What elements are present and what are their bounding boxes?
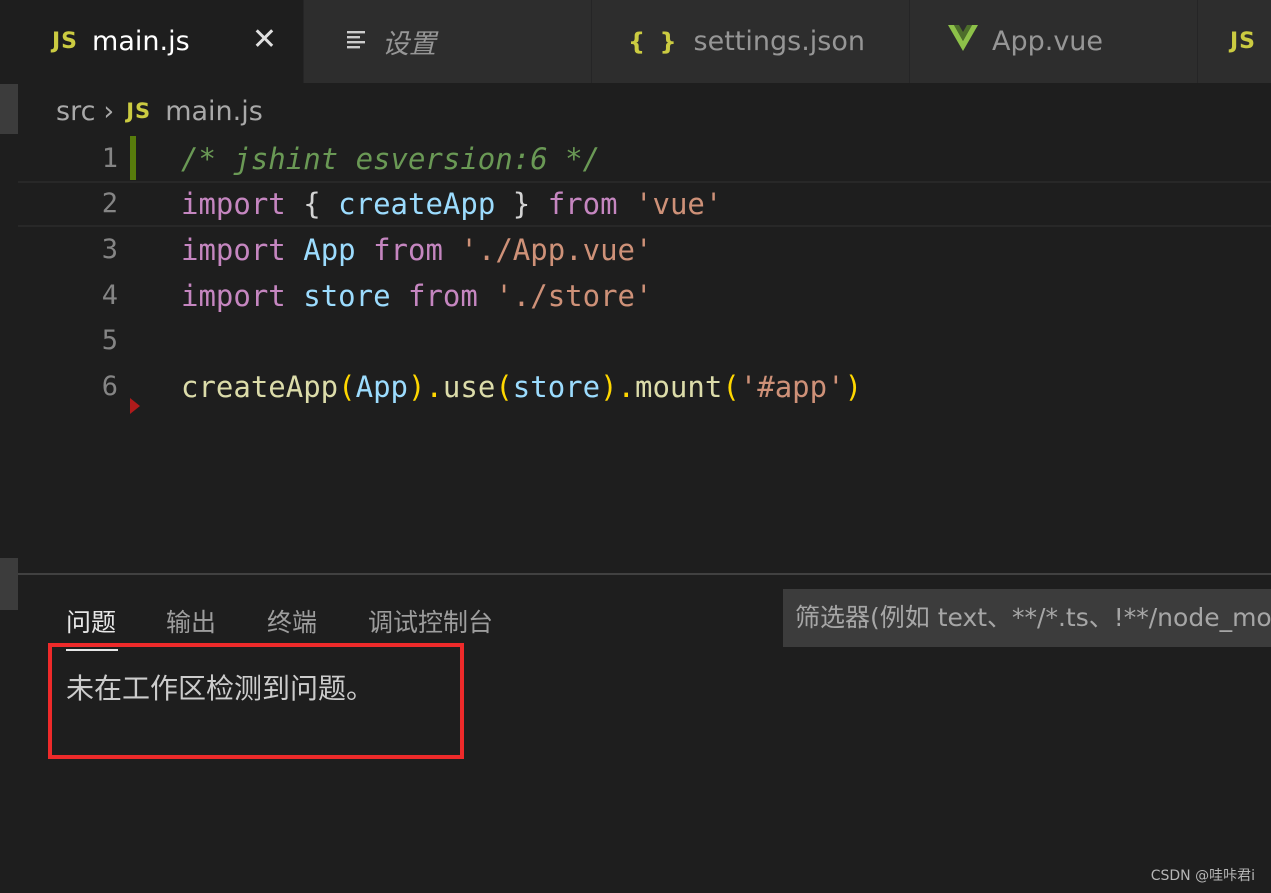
line-number: 5 xyxy=(101,325,118,356)
code-text: import store from './store' xyxy=(181,279,653,313)
code-line-5: 5 xyxy=(18,318,1271,364)
no-problems-message: 未在工作区检测到问题。 xyxy=(66,672,375,705)
line-number: 2 xyxy=(101,188,118,219)
code-text: createApp(App).use(store).mount('#app') xyxy=(181,370,863,404)
tab-problems[interactable]: 问题 xyxy=(66,603,116,639)
vue-icon xyxy=(948,25,978,58)
tab-terminal[interactable]: 终端 xyxy=(267,603,317,639)
activity-strip xyxy=(0,0,18,891)
tab-settings[interactable]: 设置 xyxy=(304,0,592,83)
line-number: 3 xyxy=(101,234,118,265)
tab-js-partial[interactable]: JS xyxy=(1198,0,1271,83)
settings-icon xyxy=(346,26,368,57)
tab-settings-json[interactable]: { } settings.json xyxy=(592,0,910,83)
code-text: /* jshint esversion:6 */ xyxy=(181,142,601,176)
breadcrumb: src › JS main.js xyxy=(56,92,263,130)
json-braces-icon: { } xyxy=(628,27,680,56)
editor-tab-bar: JS main.js ✕ 设置 { } settings.json App.vu… xyxy=(18,0,1271,83)
code-line-6: 6 createApp(App).use(store).mount('#app'… xyxy=(18,364,1271,410)
tab-label: main.js xyxy=(92,26,190,57)
bottom-panel: 问题 输出 终端 调试控制台 筛选器(例如 text、**/*.ts、!**/n… xyxy=(18,573,1271,893)
line-number: 4 xyxy=(101,280,118,311)
tab-label: settings.json xyxy=(693,26,865,57)
js-file-icon: JS xyxy=(52,29,79,54)
code-line-1: 1 /* jshint esversion:6 */ xyxy=(18,136,1271,182)
code-editor[interactable]: 1 /* jshint esversion:6 */ 2 import { cr… xyxy=(18,136,1271,572)
code-text: import App from './App.vue' xyxy=(181,233,653,267)
watermark: CSDN @哇咔君i xyxy=(1150,868,1255,884)
problems-filter-input[interactable]: 筛选器(例如 text、**/*.ts、!**/node_modules/**) xyxy=(783,589,1271,647)
breadcrumb-folder[interactable]: src xyxy=(56,96,95,127)
tab-app-vue[interactable]: App.vue xyxy=(910,0,1198,83)
js-file-icon: JS xyxy=(126,99,152,123)
chevron-right-icon: › xyxy=(103,95,115,127)
code-line-4: 4 import store from './store' xyxy=(18,273,1271,319)
tab-label: App.vue xyxy=(992,26,1104,57)
tab-debug-console[interactable]: 调试控制台 xyxy=(368,603,493,639)
close-icon[interactable]: ✕ xyxy=(252,22,277,58)
code-line-3: 3 import App from './App.vue' xyxy=(18,227,1271,273)
line-number: 6 xyxy=(101,371,118,402)
tab-main-js[interactable]: JS main.js ✕ xyxy=(18,0,304,83)
js-file-icon: JS xyxy=(1230,29,1257,54)
scroll-indicator-bottom xyxy=(0,558,18,610)
tab-label: 设置 xyxy=(382,29,436,60)
line-number: 1 xyxy=(101,143,118,174)
scroll-indicator-top xyxy=(0,84,18,134)
breadcrumb-file[interactable]: main.js xyxy=(165,96,263,127)
tab-output[interactable]: 输出 xyxy=(166,603,216,639)
code-text: import { createApp } from 'vue' xyxy=(181,187,723,221)
code-line-2: 2 import { createApp } from 'vue' xyxy=(18,181,1271,227)
